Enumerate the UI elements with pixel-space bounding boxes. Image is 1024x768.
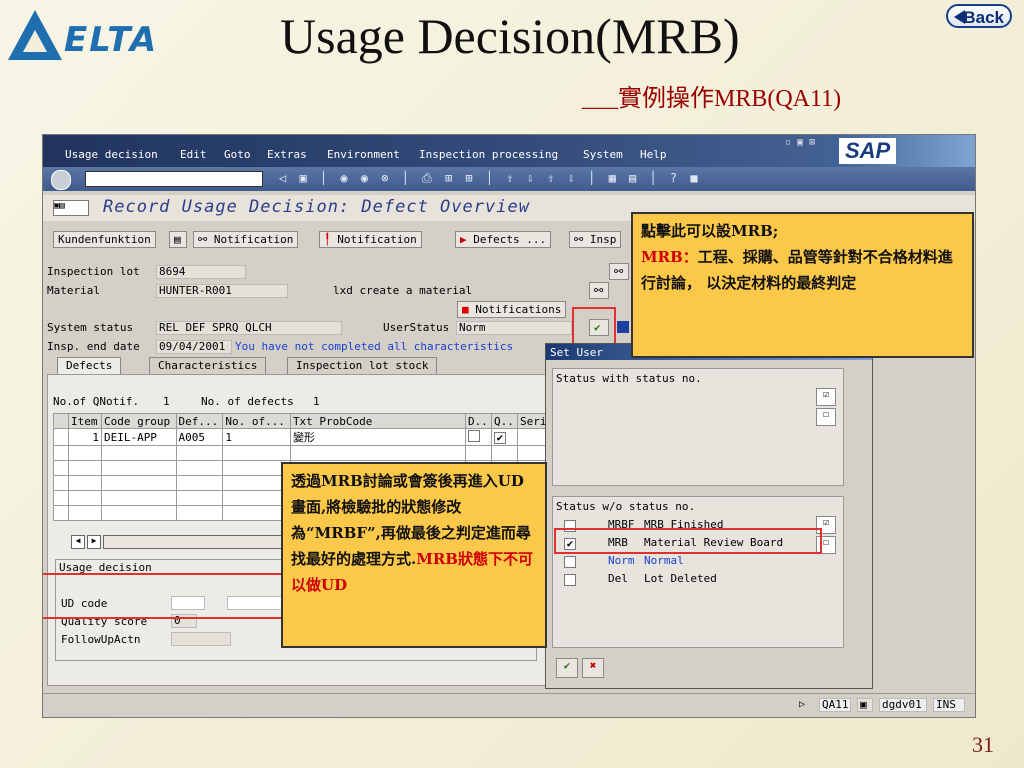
menu-environment[interactable]: Environment: [327, 148, 400, 161]
defects-label: No. of defects: [201, 395, 294, 408]
del-checkbox[interactable]: [564, 574, 576, 586]
inspection-lot-label: Inspection lot: [47, 265, 140, 278]
inspection-lot-field[interactable]: 8694: [156, 265, 246, 279]
insp-end-field: 09/04/2001: [156, 340, 232, 354]
material-label: Material: [47, 284, 100, 297]
annotation-set-mrb: 點擊此可以設MRB; MRB：工程、採購、品管等針對不合格材料進行討論， 以決定…: [631, 212, 974, 358]
toolbar-icons[interactable]: ◁ ▣ │ ◉ ◉ ⊗ │ ⎙ ⊞ ⊞ │ ⇧ ⇩ ⇧ ⇩ │ ▦ ▤ │ ? …: [279, 171, 701, 186]
highlight-status-button: [572, 307, 616, 345]
status-without-number-title: Status w/o status no.: [556, 500, 696, 513]
tab-inspection-lot-stock[interactable]: Inspection lot stock: [287, 357, 438, 374]
glasses-icon-2[interactable]: ⚯: [589, 282, 609, 299]
tcode-field: QA11: [819, 698, 851, 712]
confirm-button[interactable]: ✔: [556, 658, 578, 678]
menu-system[interactable]: System: [583, 148, 623, 161]
menu-goto[interactable]: Goto: [224, 148, 251, 161]
col-def[interactable]: Def...: [175, 413, 224, 429]
menu-inspection-processing[interactable]: Inspection processing: [419, 148, 558, 161]
table-row[interactable]: 1 DEIL-APP A005 1 變形 ✔: [53, 428, 551, 446]
notification-button-1[interactable]: ⚯ Notification: [193, 231, 299, 248]
back-arrow-icon: [954, 10, 965, 24]
mode-field[interactable]: INS: [933, 698, 965, 712]
page-number: 31: [972, 732, 994, 757]
q-checkbox[interactable]: ✔: [493, 431, 506, 444]
scroll-left-icon[interactable]: ◀: [71, 535, 85, 549]
info-icon[interactable]: [617, 321, 629, 333]
user-status-field: Norm: [456, 321, 572, 335]
followup-label: FollowUpActn: [61, 633, 141, 646]
status-bar: ▷ QA11 ▣ dgdv01 INS: [43, 693, 975, 717]
notification-button-2[interactable]: ╿ Notification: [319, 231, 422, 248]
qnotif-count: 1: [163, 395, 170, 408]
dialog-title: Set User: [550, 346, 603, 359]
material-field[interactable]: HUNTER-R001: [156, 284, 288, 298]
qnotif-label: No.of QNotif.: [53, 395, 140, 408]
enter-icon[interactable]: [51, 170, 71, 190]
window-controls[interactable]: ▫ ▣ ⊠: [785, 137, 815, 148]
deselect-all-icon[interactable]: ☐: [816, 408, 836, 426]
status-icon[interactable]: ▣: [857, 698, 873, 712]
glasses-icon[interactable]: ⚯: [609, 263, 629, 280]
tab-characteristics[interactable]: Characteristics: [149, 357, 267, 374]
list-icon[interactable]: ▤: [169, 231, 187, 248]
status-arrow-icon[interactable]: ▷: [799, 699, 805, 710]
menu-edit[interactable]: Edit: [180, 148, 207, 161]
table-header-row: Item Code group Def... No. of... Txt Pro…: [53, 413, 551, 429]
server-field: dgdv01: [879, 698, 927, 712]
menu-help[interactable]: Help: [640, 148, 667, 161]
horizontal-scrollbar[interactable]: [103, 535, 285, 549]
followup-field[interactable]: [171, 632, 231, 646]
notifications-button[interactable]: ■ Notifications: [457, 301, 567, 318]
insp-message: You have not completed all characteristi…: [235, 340, 514, 353]
insp-button[interactable]: ⚯ Insp: [569, 231, 622, 248]
annotation-mrb-process: 透過MRB討論或會簽後再進入UD畫面,將檢驗批的狀態修改為“MRBF”,再做最後…: [281, 462, 547, 648]
select-all-icon[interactable]: ☑: [816, 388, 836, 406]
scroll-right-icon[interactable]: ▶: [87, 535, 101, 549]
screen-icon: ▣▤: [53, 200, 89, 216]
col-q[interactable]: Q..: [490, 413, 519, 429]
slide-subtitle: ___實例操作MRB(QA11): [582, 86, 842, 112]
menu-usage-decision[interactable]: Usage decision: [65, 148, 158, 161]
menu-extras[interactable]: Extras: [267, 148, 307, 161]
system-status-label: System status: [47, 321, 134, 334]
d-checkbox[interactable]: [467, 429, 480, 442]
table-row[interactable]: [53, 445, 551, 461]
kundenfunktion-button[interactable]: Kundenfunktion: [53, 231, 156, 248]
highlight-ud-code: [43, 573, 291, 619]
cancel-button[interactable]: ✖: [582, 658, 604, 678]
back-label: Back: [963, 8, 1004, 27]
status-with-number-group: [552, 368, 844, 486]
user-status-label: UserStatus: [383, 321, 450, 334]
system-status-field: REL DEF SPRQ QLCH: [156, 321, 342, 335]
material-description: lxd create a material: [333, 284, 473, 297]
tab-defects[interactable]: Defects: [57, 357, 122, 374]
highlight-mrb-row: [554, 528, 822, 554]
col-d[interactable]: D..: [464, 413, 492, 429]
insp-end-label: Insp. end date: [47, 340, 140, 353]
col-txt-probcode[interactable]: Txt ProbCode: [289, 413, 466, 429]
screen-title: Record Usage Decision: Defect Overview: [103, 197, 530, 217]
delta-logo: ELTA: [6, 6, 191, 64]
col-no-of[interactable]: No. of...: [222, 413, 291, 429]
defects-button[interactable]: ▶ Defects ...: [455, 231, 552, 248]
back-button[interactable]: Back: [946, 4, 1012, 28]
logo-text: ELTA: [64, 20, 159, 60]
norm-checkbox[interactable]: [564, 556, 576, 568]
col-code-group[interactable]: Code group: [100, 413, 177, 429]
status-with-number-title: Status with status no.: [556, 372, 702, 385]
defects-count: 1: [313, 395, 320, 408]
command-field[interactable]: [85, 171, 263, 187]
sap-logo: SAP: [833, 135, 975, 167]
set-user-status-dialog: Set User Status with status no. ☑ ☐ Stat…: [545, 343, 873, 689]
col-item[interactable]: Item: [68, 413, 102, 429]
slide-title: Usage Decision(MRB): [280, 8, 740, 64]
